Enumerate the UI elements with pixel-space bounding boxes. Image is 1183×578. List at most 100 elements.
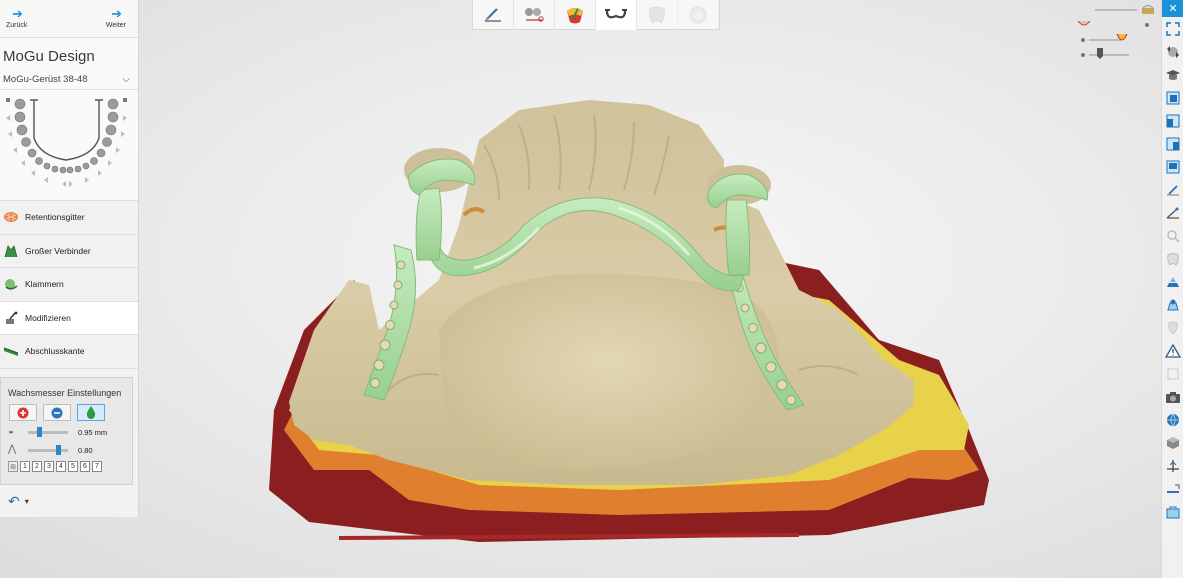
undercut-button[interactable] <box>555 0 596 30</box>
case-dropdown[interactable]: MoGu-Gerüst 38-48 ⌵ <box>0 70 138 90</box>
step-klammern[interactable]: Klammern <box>0 268 138 302</box>
size-slider[interactable] <box>28 426 68 437</box>
3d-viewport[interactable] <box>139 30 1160 578</box>
modify-icon <box>6 311 18 324</box>
brush-size-icon: ◒ <box>8 426 15 437</box>
tooth-button[interactable] <box>637 0 678 30</box>
step-grosser-verbinder[interactable]: Großer Verbinder <box>0 234 138 268</box>
grid-level-icon[interactable]: ⊞ <box>8 461 18 472</box>
warning-icon <box>1165 343 1181 358</box>
forward-label: Weiter <box>105 22 126 29</box>
view-cube-front-icon <box>1166 91 1180 104</box>
education-icon <box>1166 69 1180 80</box>
level-buttons: ⊞ 1 2 3 4 5 6 7 <box>1 457 132 472</box>
layers-button[interactable] <box>1162 270 1183 293</box>
step-abschlusskante[interactable]: Abschlusskante <box>0 335 138 369</box>
scan-prepare-button[interactable] <box>473 0 514 30</box>
level-button[interactable]: 7 <box>92 461 102 472</box>
step-label: Retentionsgitter <box>25 212 85 223</box>
arrow-left-icon: ➔ <box>12 6 23 21</box>
wizard-navbar: ➔ Zurück ➔ Weiter <box>0 0 138 38</box>
level-button[interactable]: 3 <box>44 461 54 472</box>
education-button[interactable] <box>1162 63 1183 86</box>
step-label: Klammern <box>25 279 64 290</box>
model-edge <box>338 533 800 540</box>
placeholder-button[interactable] <box>1162 362 1183 385</box>
forward-button[interactable]: ➔ Weiter <box>66 0 138 37</box>
warning-button[interactable] <box>1162 339 1183 362</box>
solid-view-button[interactable] <box>1162 431 1183 454</box>
library-button[interactable] <box>1162 500 1183 523</box>
blank-frame-icon <box>1167 368 1179 379</box>
library-icon <box>1166 506 1180 518</box>
model-analysis-button[interactable] <box>514 0 555 30</box>
strength-slider[interactable] <box>28 444 68 455</box>
view-front-button[interactable] <box>1162 86 1183 109</box>
finish-line-icon <box>3 347 19 357</box>
wax-tool-row <box>1 398 132 421</box>
close-icon: ✕ <box>1168 3 1178 15</box>
model-transparency-slider[interactable] <box>1095 8 1137 11</box>
back-label: Zurück <box>6 22 28 29</box>
sculpt-button[interactable] <box>1162 178 1183 201</box>
top-workflow-toolbar <box>472 0 720 30</box>
view-right-button[interactable] <box>1162 132 1183 155</box>
sculpt-icon <box>1167 184 1179 195</box>
level-button[interactable]: 5 <box>68 461 78 472</box>
slider-dot <box>1145 23 1149 27</box>
framework-design-icon <box>605 9 627 19</box>
finish-icon <box>689 6 707 24</box>
level-button[interactable]: 2 <box>32 461 42 472</box>
strength-slider-row: ⋀ 0.80 <box>1 439 132 457</box>
app-title: MoGu Design <box>0 38 138 70</box>
insertion-axis-button[interactable] <box>1162 454 1183 477</box>
step-retentionsgitter[interactable]: Retentionsgitter <box>0 201 138 235</box>
section-view-button[interactable] <box>1162 477 1183 500</box>
model-transparency-row <box>1077 2 1157 17</box>
tooth-library-button[interactable] <box>1162 247 1183 270</box>
finish-button[interactable] <box>678 0 719 30</box>
add-wax-button[interactable] <box>9 404 37 421</box>
gingiva-icon <box>1168 321 1178 335</box>
zoom-button[interactable] <box>1162 224 1183 247</box>
undo-button[interactable]: ↶ ▾ <box>8 493 29 510</box>
insertion-axis-icon <box>1167 459 1179 472</box>
gingiva-button[interactable] <box>1162 316 1183 339</box>
right-toolbar: ✕ <box>1161 0 1183 578</box>
close-button[interactable]: ✕ <box>1162 0 1183 17</box>
view-cube-left-icon <box>1166 114 1180 127</box>
view-rotate-button[interactable] <box>1162 40 1183 63</box>
tooth-icon <box>648 6 666 24</box>
step-modifizieren[interactable]: Modifizieren <box>0 301 138 335</box>
strength-slider-thumb[interactable] <box>56 444 61 455</box>
brush-strength-icon: ⋀ <box>8 444 17 455</box>
measure-button[interactable] <box>1162 201 1183 224</box>
layers-icon <box>1167 276 1179 287</box>
section-view-icon <box>1167 484 1180 493</box>
level-button[interactable]: 6 <box>80 461 90 472</box>
model-analysis-icon <box>525 8 544 22</box>
smooth-wax-button[interactable] <box>77 404 105 421</box>
screenshot-button[interactable] <box>1162 385 1183 408</box>
view-left-button[interactable] <box>1162 109 1183 132</box>
globe-button[interactable] <box>1162 408 1183 431</box>
clasp-icon <box>5 279 18 290</box>
view-rotate-icon <box>1167 45 1179 58</box>
antagonist-icon <box>1077 20 1091 26</box>
level-button[interactable]: 1 <box>20 461 30 472</box>
back-button[interactable]: ➔ Zurück <box>0 0 66 37</box>
model-settings-button[interactable] <box>1162 293 1183 316</box>
smooth-wax-icon <box>86 406 96 419</box>
view-top-button[interactable] <box>1162 155 1183 178</box>
left-panel: ➔ Zurück ➔ Weiter MoGu Design MoGu-Gerüs… <box>0 0 139 517</box>
zoom-icon <box>1167 229 1180 243</box>
size-slider-thumb[interactable] <box>36 426 42 437</box>
view-cube-right-icon <box>1166 137 1180 150</box>
framework-design-button[interactable] <box>596 0 637 30</box>
tooth-chart[interactable] <box>0 90 138 200</box>
remove-wax-icon <box>51 407 63 418</box>
level-button[interactable]: 4 <box>56 461 66 472</box>
fullscreen-button[interactable] <box>1162 17 1183 40</box>
remove-wax-button[interactable] <box>43 404 71 421</box>
caret-down-icon: ▾ <box>24 497 29 506</box>
